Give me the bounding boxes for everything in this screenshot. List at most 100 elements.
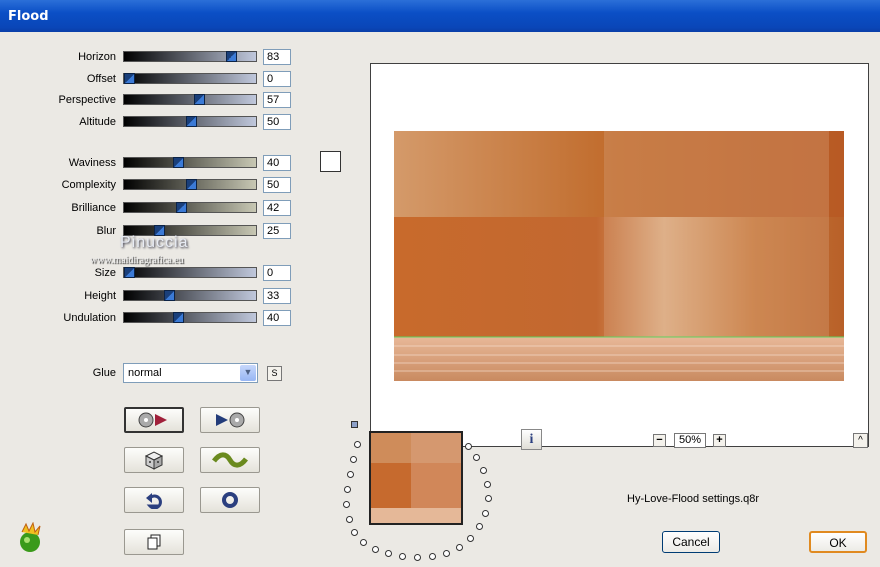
dial-dot [465, 443, 472, 450]
copy-button[interactable] [124, 529, 184, 555]
dial-dot [347, 471, 354, 478]
slider-label-complexity: Complexity [61, 179, 116, 191]
slider-thumb[interactable] [186, 116, 197, 127]
wave-icon [212, 452, 248, 468]
dial-dot [350, 456, 357, 463]
watermark-name: Pinuccia [120, 234, 189, 251]
dial-dot [482, 510, 489, 517]
slider-label-undulation: Undulation [63, 312, 116, 324]
zoom-level: 50% [674, 433, 706, 448]
slider-label-waviness: Waviness [68, 157, 116, 169]
slider-label-perspective: Perspective [58, 94, 116, 106]
value-blur[interactable]: 25 [263, 223, 291, 239]
undo-button[interactable] [124, 487, 184, 513]
dial-dot [485, 495, 492, 502]
glue-value: normal [128, 367, 162, 379]
value-undulation[interactable]: 40 [263, 310, 291, 326]
cancel-button[interactable]: Cancel [662, 531, 720, 553]
slider-horizon[interactable] [123, 51, 257, 62]
value-horizon[interactable]: 83 [263, 49, 291, 65]
slider-thumb[interactable] [176, 202, 187, 213]
slider-label-altitude: Altitude [79, 116, 116, 128]
slider-size[interactable] [123, 267, 257, 278]
watermark-url: www.maidiragrafica.eu [90, 255, 184, 266]
dial-dot [467, 535, 474, 542]
ring-icon [222, 492, 238, 508]
disc-play-icon [138, 412, 167, 428]
slider-offset[interactable] [123, 73, 257, 84]
value-size[interactable]: 0 [263, 265, 291, 281]
undo-icon [146, 493, 162, 509]
color-swatch[interactable] [320, 151, 341, 172]
zoom-in-button[interactable]: + [713, 434, 726, 447]
dial-dot [456, 544, 463, 551]
dial-dot [351, 529, 358, 536]
info-button[interactable]: i [521, 429, 542, 450]
slider-undulation[interactable] [123, 312, 257, 323]
value-offset[interactable]: 0 [263, 71, 291, 87]
flood-preview-image [394, 131, 844, 381]
slider-label-size: Size [94, 267, 116, 279]
slider-thumb[interactable] [164, 290, 175, 301]
slider-brilliance[interactable] [123, 202, 257, 213]
dial-dot [484, 481, 491, 488]
slider-complexity[interactable] [123, 179, 257, 190]
dial-dot [414, 554, 421, 561]
glue-s-button[interactable]: S [267, 366, 282, 381]
dial-dot [429, 553, 436, 560]
flood-dialog: Horizon 83 Offset 0 Perspective 57 Altit… [0, 32, 880, 567]
window-title: Flood [8, 9, 49, 24]
slider-thumb[interactable] [226, 51, 237, 62]
value-waviness[interactable]: 40 [263, 155, 291, 171]
dial-dot [360, 539, 367, 546]
ok-button[interactable]: OK [809, 531, 867, 553]
value-altitude[interactable]: 50 [263, 114, 291, 130]
copy-icon [147, 534, 161, 550]
dial-dot [354, 441, 361, 448]
slider-thumb[interactable] [173, 157, 184, 168]
slider-thumb[interactable] [173, 312, 184, 323]
slider-thumb[interactable] [186, 179, 197, 190]
collapse-preview-button[interactable]: ^ [853, 433, 868, 448]
dice-icon [144, 451, 164, 470]
glue-select[interactable]: normal ▼ [123, 363, 258, 383]
value-complexity[interactable]: 50 [263, 177, 291, 193]
play-disc-button[interactable] [200, 407, 260, 433]
slider-label-horizon: Horizon [78, 51, 116, 63]
slider-height[interactable] [123, 290, 257, 301]
slider-label-blur: Blur [96, 225, 116, 237]
slider-label-offset: Offset [86, 73, 116, 85]
play-disc-icon [216, 412, 245, 428]
dial-dot [346, 516, 353, 523]
reset-to-default-button[interactable] [124, 407, 184, 433]
thumbnail-svg [371, 433, 461, 523]
chevron-down-icon[interactable]: ▼ [240, 365, 256, 381]
slider-thumb[interactable] [194, 94, 205, 105]
dial-dot [473, 454, 480, 461]
glue-label: Glue [92, 367, 116, 379]
value-height[interactable]: 33 [263, 288, 291, 304]
dial-dot [344, 486, 351, 493]
value-brilliance[interactable]: 42 [263, 200, 291, 216]
dial-dot [480, 467, 487, 474]
navigator-handle[interactable] [351, 421, 358, 428]
slider-thumb[interactable] [124, 267, 135, 278]
dial-dot [343, 501, 350, 508]
zoom-out-button[interactable]: − [653, 434, 666, 447]
slider-perspective[interactable] [123, 94, 257, 105]
navigator-thumbnail[interactable] [369, 431, 463, 525]
slider-thumb[interactable] [124, 73, 135, 84]
dial-dot [476, 523, 483, 530]
circle-button[interactable] [200, 487, 260, 513]
slider-label-brilliance: Brilliance [71, 202, 116, 214]
dial-dot [372, 546, 379, 553]
randomize-button[interactable] [124, 447, 184, 473]
title-bar: Flood [0, 0, 880, 32]
dial-dot [399, 553, 406, 560]
wave-button[interactable] [200, 447, 260, 473]
slider-altitude[interactable] [123, 116, 257, 127]
value-perspective[interactable]: 57 [263, 92, 291, 108]
slider-waviness[interactable] [123, 157, 257, 168]
settings-filename: Hy-Love-Flood settings.q8r [627, 493, 760, 505]
flood-preview-svg [394, 131, 844, 381]
